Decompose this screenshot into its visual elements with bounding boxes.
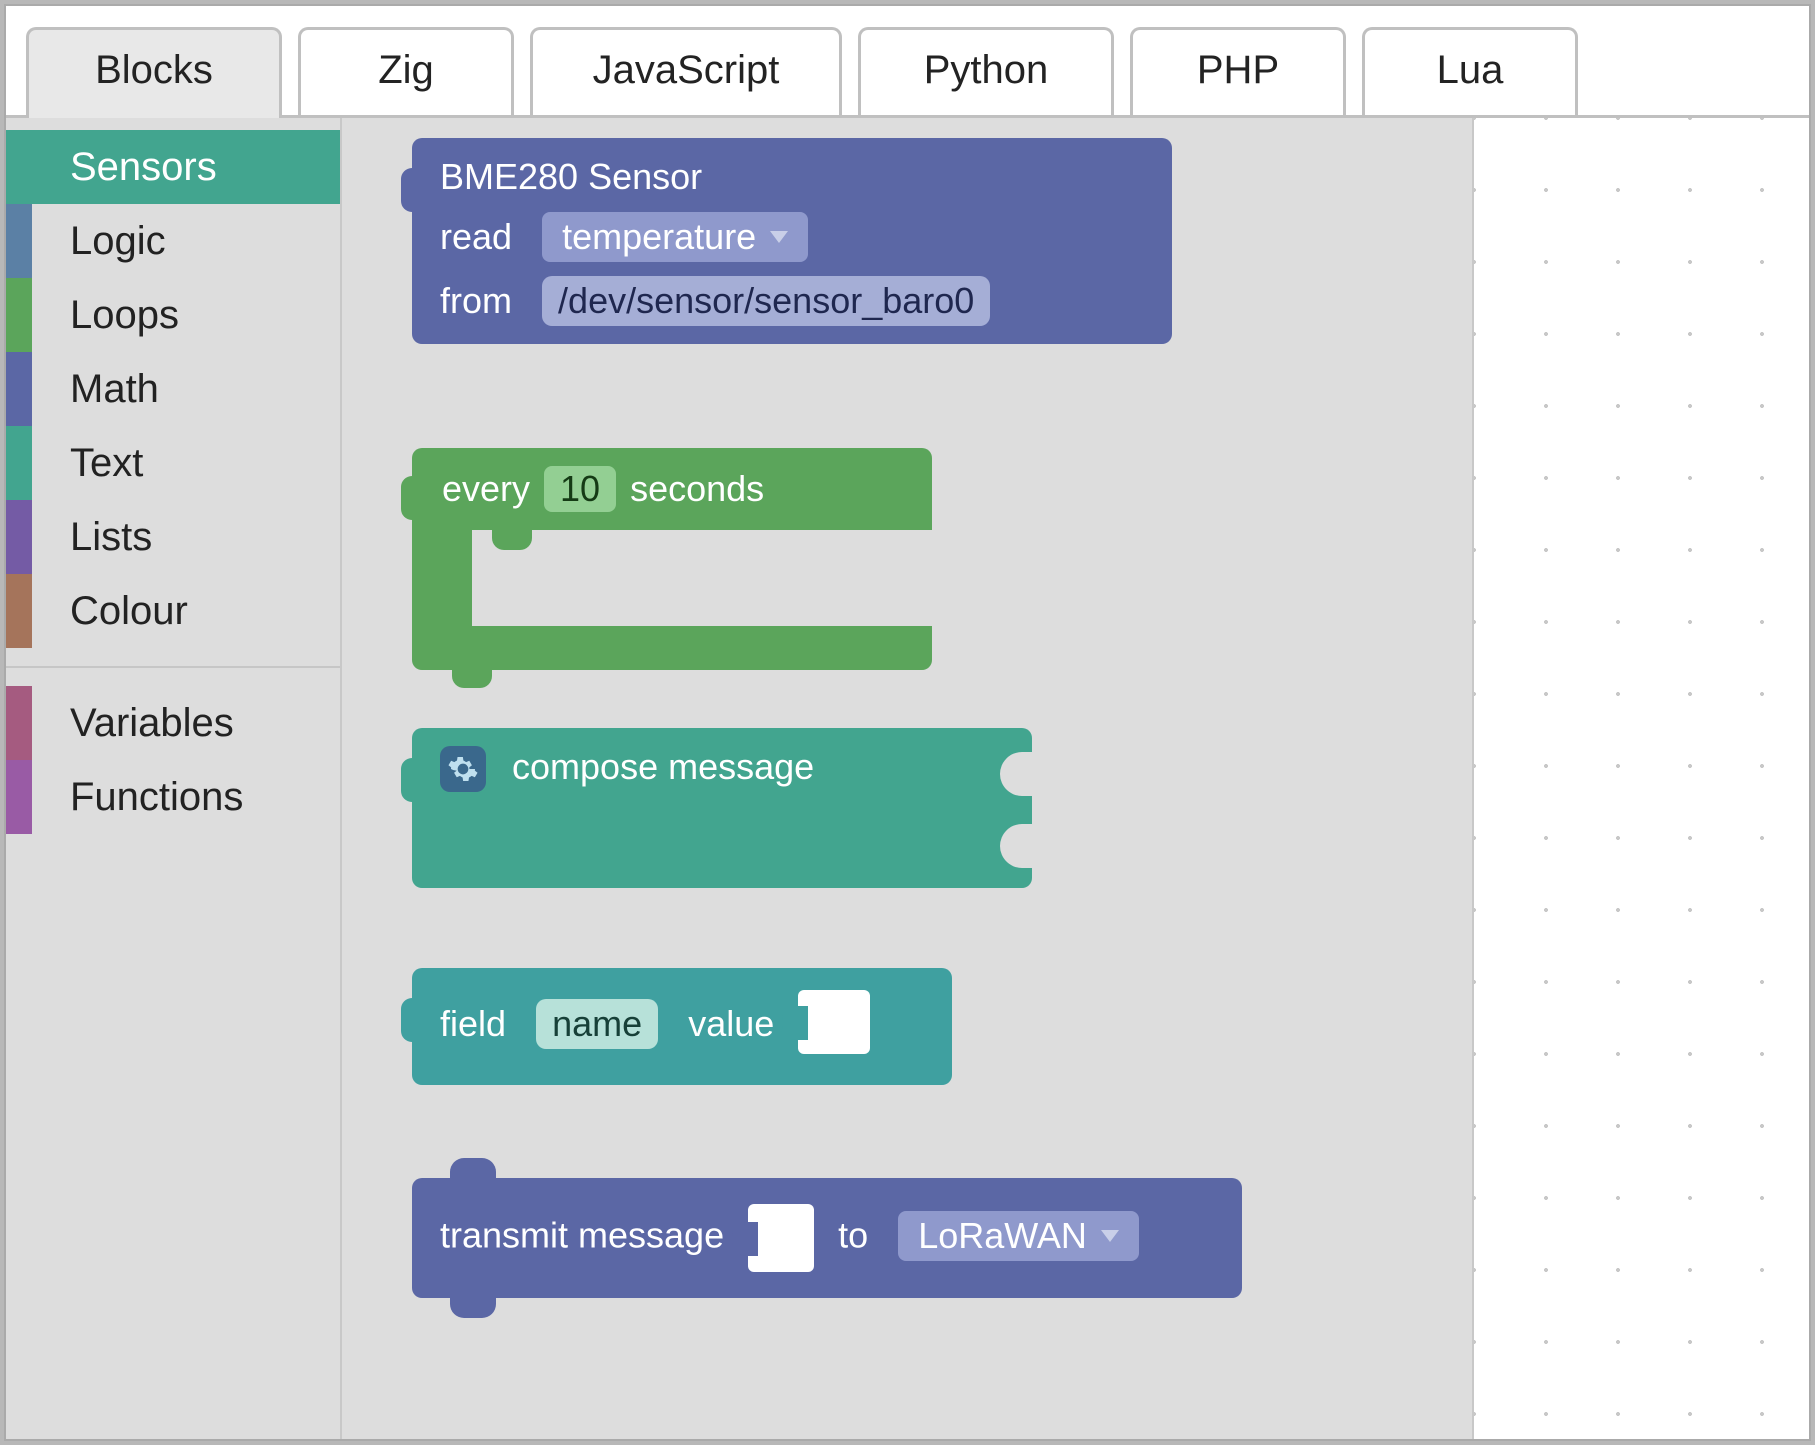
category-variables[interactable]: Variables — [6, 686, 340, 760]
category-lists[interactable]: Lists — [6, 500, 340, 574]
gear-icon[interactable] — [440, 746, 486, 792]
dropdown-transport[interactable]: LoRaWAN — [898, 1211, 1139, 1261]
swatch-icon — [6, 500, 32, 574]
block-title: BME280 Sensor — [440, 156, 1144, 198]
block-every-seconds[interactable]: every 10 seconds — [412, 448, 932, 670]
category-label: Loops — [70, 293, 179, 338]
loop-bottom — [412, 626, 932, 670]
dropdown-read-type[interactable]: temperature — [542, 212, 808, 262]
input-interval[interactable]: 10 — [544, 466, 616, 512]
app-frame: Blocks Zig JavaScript Python PHP Lua Sen… — [4, 4, 1811, 1441]
category-label: Logic — [70, 219, 166, 264]
input-field-name[interactable]: name — [536, 999, 658, 1049]
category-functions[interactable]: Functions — [6, 760, 340, 834]
tab-bar: Blocks Zig JavaScript Python PHP Lua — [6, 6, 1809, 118]
swatch-icon — [6, 426, 32, 500]
category-label: Text — [70, 441, 143, 486]
label-value: value — [688, 1003, 774, 1044]
loop-mouth[interactable] — [472, 530, 932, 626]
swatch-icon — [6, 204, 32, 278]
dropdown-value: temperature — [562, 216, 756, 258]
swatch-icon — [6, 352, 32, 426]
interval-value: 10 — [560, 468, 600, 510]
value-slot[interactable] — [798, 990, 870, 1054]
label-from: from — [440, 280, 512, 321]
block-field[interactable]: field name value — [412, 968, 952, 1085]
category-label: Sensors — [70, 145, 217, 190]
tab-blocks[interactable]: Blocks — [26, 27, 282, 115]
category-label: Variables — [70, 701, 234, 746]
category-text[interactable]: Text — [6, 426, 340, 500]
swatch-icon — [6, 130, 32, 204]
chevron-down-icon — [1101, 1230, 1119, 1242]
block-flyout[interactable]: BME280 Sensor read temperature from /dev… — [342, 118, 1474, 1439]
category-loops[interactable]: Loops — [6, 278, 340, 352]
category-label: Lists — [70, 515, 152, 560]
main-area: Sensors Logic Loops Math Text Lists — [6, 118, 1809, 1439]
tab-javascript[interactable]: JavaScript — [530, 27, 842, 115]
tab-php[interactable]: PHP — [1130, 27, 1346, 115]
swatch-icon — [6, 760, 32, 834]
category-label: Math — [70, 367, 159, 412]
category-label: Functions — [70, 775, 243, 820]
label-to: to — [838, 1215, 868, 1256]
dropdown-value: LoRaWAN — [918, 1215, 1087, 1257]
category-colour[interactable]: Colour — [6, 574, 340, 648]
output-connector[interactable] — [1000, 824, 1034, 868]
workspace-canvas[interactable] — [1474, 118, 1809, 1439]
block-transmit-message[interactable]: transmit message to LoRaWAN — [412, 1178, 1242, 1298]
tab-zig[interactable]: Zig — [298, 27, 514, 115]
label-compose: compose message — [512, 746, 814, 787]
category-sidebar: Sensors Logic Loops Math Text Lists — [6, 118, 342, 1439]
swatch-icon — [6, 686, 32, 760]
chevron-down-icon — [770, 231, 788, 243]
category-sensors[interactable]: Sensors — [6, 130, 340, 204]
category-separator — [6, 666, 340, 668]
message-slot[interactable] — [748, 1204, 814, 1272]
label-seconds: seconds — [630, 468, 764, 510]
label-read: read — [440, 216, 512, 257]
label-every: every — [442, 468, 530, 510]
loop-arm — [412, 530, 472, 626]
block-bme280-sensor[interactable]: BME280 Sensor read temperature from /dev… — [412, 138, 1172, 344]
input-device-path[interactable]: /dev/sensor/sensor_baro0 — [542, 276, 990, 326]
label-field: field — [440, 1003, 506, 1044]
output-connector[interactable] — [1000, 752, 1034, 796]
category-label: Colour — [70, 589, 188, 634]
swatch-icon — [6, 278, 32, 352]
category-math[interactable]: Math — [6, 352, 340, 426]
tab-lua[interactable]: Lua — [1362, 27, 1578, 115]
block-compose-message[interactable]: compose message — [412, 728, 1032, 888]
tab-python[interactable]: Python — [858, 27, 1114, 115]
swatch-icon — [6, 574, 32, 648]
label-transmit: transmit message — [440, 1215, 724, 1256]
category-logic[interactable]: Logic — [6, 204, 340, 278]
